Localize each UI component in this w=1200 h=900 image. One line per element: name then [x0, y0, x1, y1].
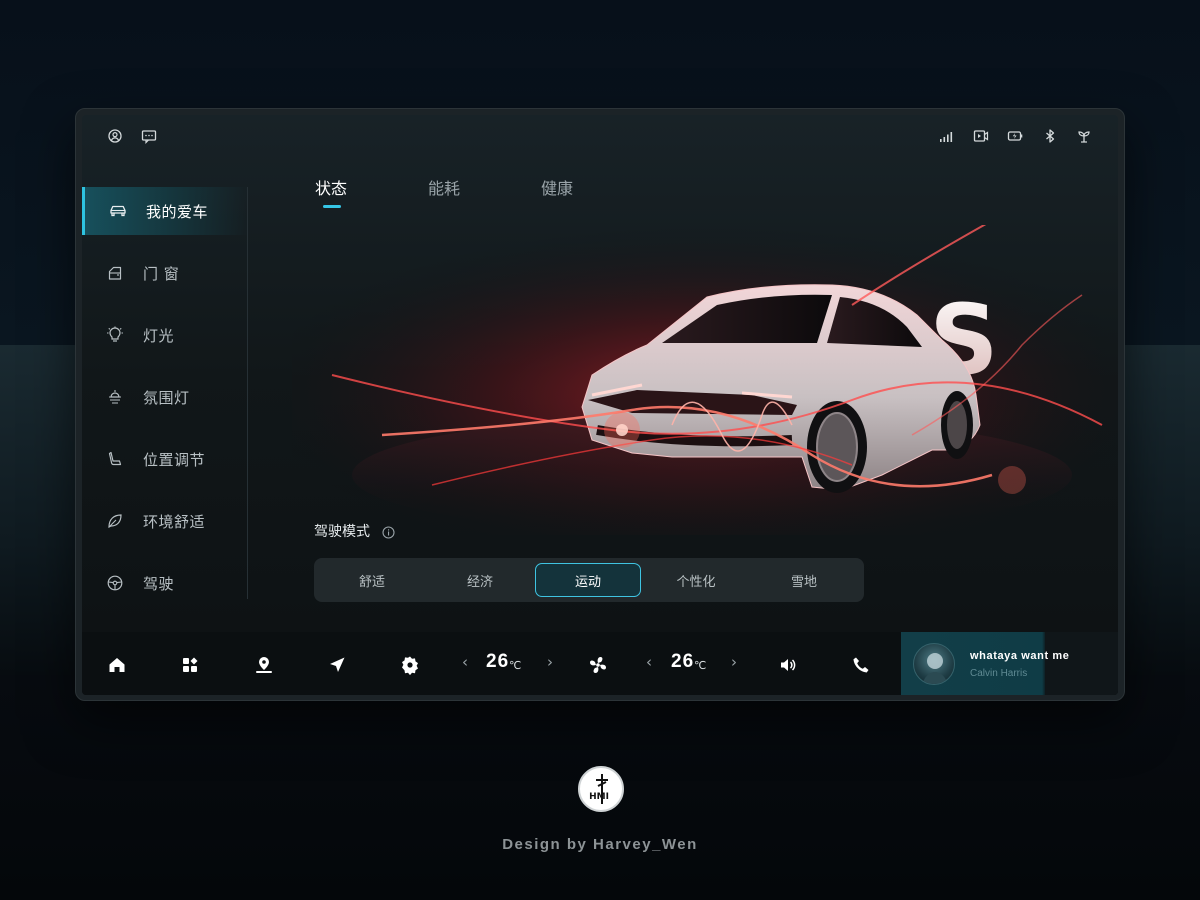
song-title: whataya want me: [970, 650, 1070, 662]
settings-icon[interactable]: [399, 654, 421, 676]
car-hero-image: S: [292, 214, 1118, 535]
status-bar: [82, 115, 1118, 159]
drive-mode-comfort[interactable]: 舒适: [319, 563, 425, 597]
sidebar-item-ambient-lights[interactable]: 氛围灯: [82, 373, 248, 421]
sidebar-item-label: 我的爱车: [146, 203, 209, 221]
signal-icon: [938, 128, 954, 144]
steering-wheel-icon: [106, 574, 124, 592]
album-art: [913, 643, 955, 685]
right-temperature: 26: [671, 651, 695, 672]
car-icon: [109, 202, 127, 220]
now-playing-card[interactable]: whataya want me Calvin Harris: [901, 632, 1118, 695]
now-playing-card-tail: [1045, 632, 1118, 695]
right-temp-up-button[interactable]: ›: [727, 653, 741, 671]
tab-health[interactable]: 健康: [541, 175, 573, 199]
hmi-logo: HMI: [578, 766, 624, 812]
home-icon[interactable]: [106, 654, 128, 676]
sidebar-item-label: 环境舒适: [143, 513, 206, 531]
drive-mode-eco[interactable]: 经济: [427, 563, 533, 597]
drive-mode-title: 驾驶模式: [314, 524, 370, 540]
sidebar-item-label: 门 窗: [143, 265, 180, 283]
fan-icon[interactable]: [587, 654, 609, 676]
sidebar-item-label: 驾驶: [143, 575, 175, 593]
left-temperature: 26: [486, 651, 510, 672]
phone-icon[interactable]: [850, 654, 872, 676]
sidebar-item-environment-comfort[interactable]: 环境舒适: [82, 497, 248, 545]
navigation-icon[interactable]: [326, 654, 348, 676]
drive-mode-custom[interactable]: 个性化: [643, 563, 749, 597]
location-pin-icon[interactable]: [253, 654, 275, 676]
bottom-dock: ‹ 26 ℃ › ‹ 26 ℃ › whataya want me Calvin…: [82, 632, 1118, 695]
sidebar-item-my-car[interactable]: 我的爱车: [82, 187, 248, 235]
battery-charging-icon: [1007, 128, 1023, 144]
left-temp-down-button[interactable]: ‹: [458, 653, 472, 671]
message-icon[interactable]: [141, 128, 157, 144]
user-icon[interactable]: [107, 128, 123, 144]
apps-icon[interactable]: [179, 654, 201, 676]
designer-credit: Design by Harvey_Wen: [502, 836, 698, 853]
left-temperature-unit: ℃: [509, 659, 522, 672]
drive-mode-snow[interactable]: 雪地: [751, 563, 857, 597]
seat-icon: [106, 450, 124, 468]
sidebar-item-lights[interactable]: 灯光: [82, 311, 248, 359]
ambient-light-icon: [106, 388, 124, 406]
tab-energy[interactable]: 能耗: [428, 175, 460, 199]
left-temp-up-button[interactable]: ›: [543, 653, 557, 671]
light-icon: [106, 326, 124, 344]
bluetooth-icon[interactable]: [1042, 128, 1058, 144]
dashcam-icon[interactable]: [973, 128, 989, 144]
drive-mode-sport[interactable]: 运动: [535, 563, 641, 597]
sidebar-item-doors-windows[interactable]: 门 窗: [82, 249, 248, 297]
right-temperature-unit: ℃: [694, 659, 707, 672]
drive-mode-selector: 舒适 经济 运动 个性化 雪地: [314, 558, 864, 602]
sidebar: 我的爱车 门 窗 灯光 氛围灯 位置调节 环境舒适 驾驶: [82, 187, 248, 599]
tab-status[interactable]: 状态: [315, 175, 347, 199]
sidebar-item-position-adjust[interactable]: 位置调节: [82, 435, 248, 483]
sidebar-item-label: 位置调节: [143, 451, 206, 469]
tab-active-indicator: [323, 205, 341, 208]
infotainment-screen: 我的爱车 门 窗 灯光 氛围灯 位置调节 环境舒适 驾驶 状态 能耗 健康 S …: [82, 115, 1118, 695]
plant-icon[interactable]: [1076, 128, 1092, 144]
sidebar-item-label: 氛围灯: [143, 389, 190, 407]
sidebar-item-driving[interactable]: 驾驶: [82, 559, 248, 607]
logo-text: HMI: [589, 792, 609, 802]
leaf-icon: [106, 512, 124, 530]
volume-icon[interactable]: [777, 654, 799, 676]
sidebar-item-label: 灯光: [143, 327, 175, 345]
right-temp-down-button[interactable]: ‹: [642, 653, 656, 671]
door-icon: [106, 264, 124, 282]
song-artist: Calvin Harris: [970, 668, 1028, 679]
info-icon[interactable]: [382, 524, 395, 539]
